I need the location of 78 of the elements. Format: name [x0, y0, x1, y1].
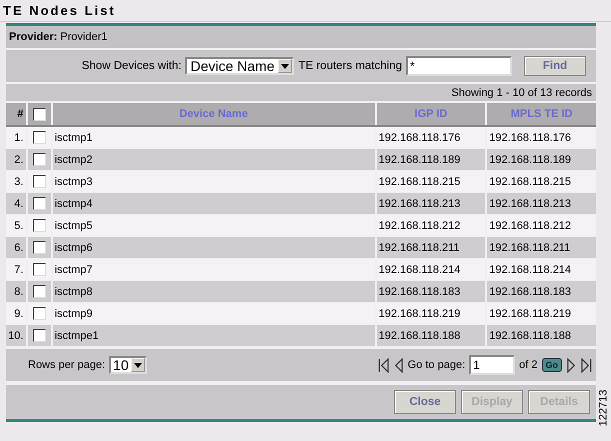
checkbox[interactable] — [32, 108, 46, 120]
column-header[interactable]: Device Name — [52, 103, 376, 126]
table-cell: 192.168.118.214 — [376, 258, 486, 280]
rows-per-page-label: Rows per page: — [28, 359, 106, 371]
table-cell: 192.168.118.213 — [376, 192, 486, 214]
table-cell: isctmpe1 — [52, 324, 376, 346]
filter-label: Show Devices with: — [82, 60, 182, 72]
table-cell: isctmp5 — [52, 214, 376, 236]
checkbox[interactable] — [32, 153, 46, 166]
checkbox[interactable] — [32, 263, 46, 276]
dropdown-caret-icon — [278, 59, 292, 73]
table-cell: 192.168.118.212 — [376, 214, 486, 236]
last-page-icon[interactable] — [581, 358, 592, 372]
table-cell: 192.168.118.188 — [376, 324, 486, 346]
table-cell: isctmp2 — [52, 148, 376, 170]
table-cell: 192.168.118.183 — [376, 280, 486, 302]
table-cell: 1. — [6, 126, 28, 148]
table-cell: 192.168.118.212 — [486, 214, 596, 236]
table-cell: 8. — [6, 280, 28, 302]
table-cell: 10. — [6, 324, 28, 346]
device-attribute-dropdown[interactable]: Device Name — [185, 57, 294, 75]
page-title: TE Nodes List — [3, 3, 116, 18]
table-cell: 192.168.118.183 — [486, 280, 596, 302]
checkbox[interactable] — [32, 131, 46, 144]
table-cell: 4. — [6, 192, 28, 214]
table-cell: isctmp9 — [52, 302, 376, 324]
checkbox[interactable] — [32, 307, 46, 320]
checkbox[interactable] — [32, 219, 46, 232]
column-header[interactable]: IGP ID — [376, 103, 486, 126]
next-page-icon[interactable] — [566, 358, 577, 372]
checkbox[interactable] — [32, 175, 46, 188]
page-field[interactable]: 1 — [469, 355, 516, 375]
find-button[interactable]: Find — [524, 56, 586, 76]
table-cell: 7. — [6, 258, 28, 280]
table-cell: isctmp7 — [52, 258, 376, 280]
checkbox[interactable] — [32, 197, 46, 210]
first-page-icon[interactable] — [378, 358, 389, 372]
table-cell: 2. — [6, 148, 28, 170]
provider-label: Provider: — [9, 31, 58, 43]
table-cell: 192.168.118.176 — [376, 126, 486, 148]
previous-page-icon[interactable] — [392, 358, 404, 372]
column-header[interactable]: MPLS TE ID — [486, 103, 596, 126]
table-cell: 192.168.118.211 — [486, 236, 596, 258]
table-cell: isctmp8 — [52, 280, 376, 302]
table-cell: 6. — [6, 236, 28, 258]
column-header: # — [6, 103, 28, 126]
table-cell: 192.168.118.214 — [486, 258, 596, 280]
provider-value: Provider1 — [60, 31, 108, 43]
page-count: of 2 — [519, 359, 538, 371]
dropdown-caret-icon — [131, 358, 146, 372]
table-cell: isctmp6 — [52, 236, 376, 258]
table-cell: 192.168.118.189 — [486, 148, 596, 170]
figure-number: 122713 — [598, 390, 610, 426]
table-cell: 3. — [6, 170, 28, 192]
action-button[interactable]: Close — [394, 390, 456, 414]
checkbox[interactable] — [32, 329, 46, 342]
checkbox[interactable] — [32, 285, 46, 298]
table-cell: 192.168.118.176 — [486, 126, 596, 148]
table-cell: 192.168.118.188 — [486, 324, 596, 346]
match-field[interactable]: * — [406, 56, 512, 76]
match-label: TE routers matching — [298, 60, 402, 72]
table-cell: 192.168.118.219 — [376, 302, 486, 324]
rows-per-page-dropdown[interactable]: 10 — [109, 356, 148, 374]
table-cell: isctmp3 — [52, 170, 376, 192]
go-to-page-label: Go to page: — [408, 359, 466, 371]
table-cell: 192.168.118.219 — [486, 302, 596, 324]
table-cell: 192.168.118.215 — [486, 170, 596, 192]
table-cell: isctmp4 — [52, 192, 376, 214]
table-cell: 192.168.118.189 — [376, 148, 486, 170]
table-cell: 192.168.118.211 — [376, 236, 486, 258]
go-button[interactable]: Go — [542, 358, 562, 372]
records-count: Showing 1 - 10 of 13 records — [451, 86, 592, 98]
table-cell: 9. — [6, 302, 28, 324]
checkbox[interactable] — [32, 241, 46, 254]
table-cell: 5. — [6, 214, 28, 236]
table-cell: 192.168.118.213 — [486, 192, 596, 214]
table-cell: 192.168.118.215 — [376, 170, 486, 192]
table-cell: isctmp1 — [52, 126, 376, 148]
